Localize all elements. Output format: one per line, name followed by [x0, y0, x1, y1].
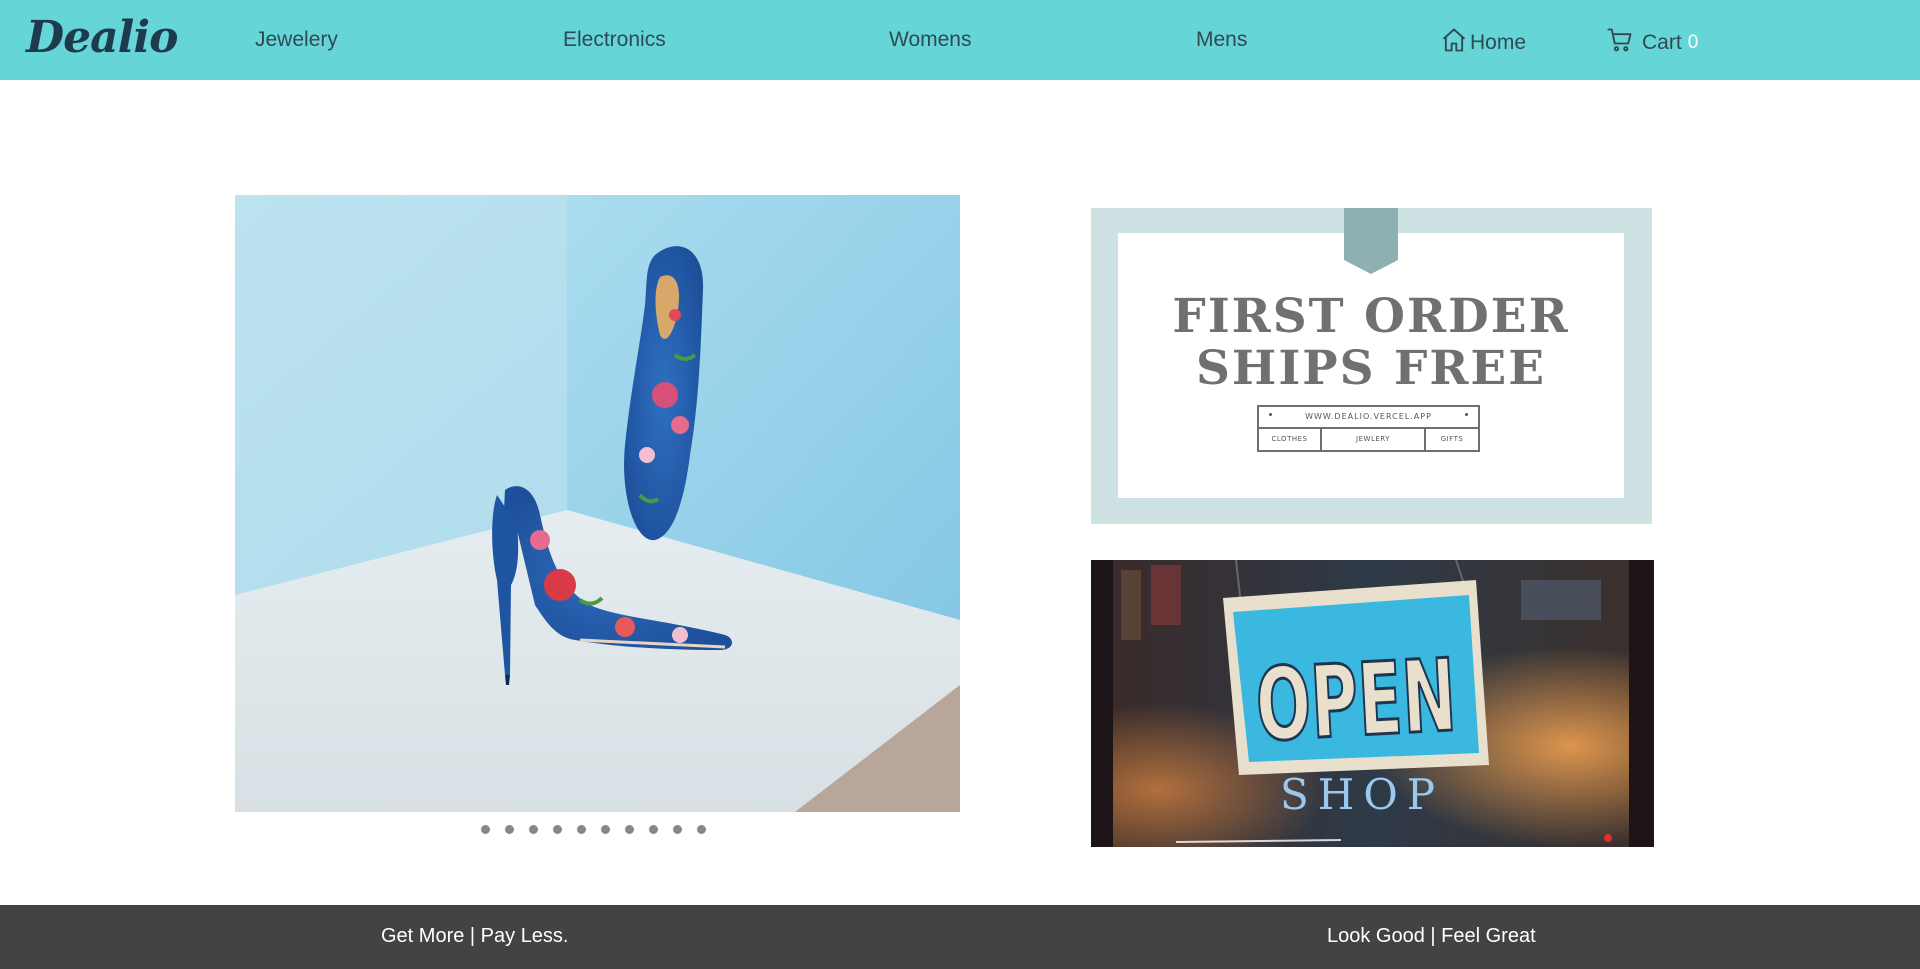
home-icon: [1440, 26, 1468, 60]
home-link[interactable]: Home: [1440, 26, 1526, 60]
cart-label: Cart: [1642, 31, 1682, 54]
bullet-icon: [1465, 413, 1468, 416]
promo-headline-line1: FIRST ORDER: [1172, 289, 1570, 344]
footer-tagline-right: Look Good | Feel Great: [1327, 925, 1536, 947]
navbar: Dealio Jewelery Electronics Womens Mens …: [0, 0, 1920, 80]
promo-inner-card: FIRST ORDER SHIPS FREE WWW.DEALIO.VERCEL…: [1118, 208, 1624, 498]
nav-link-womens[interactable]: Womens: [889, 28, 971, 52]
cart-count-badge: 0: [1687, 32, 1699, 53]
bookmark-ribbon-icon: [1344, 208, 1398, 274]
carousel-indicators: [481, 825, 706, 834]
promo-url-text: WWW.DEALIO.VERCEL.APP: [1305, 412, 1432, 421]
floral-heels-photo: [235, 195, 960, 812]
carousel-dot[interactable]: [697, 825, 706, 834]
free-shipping-promo[interactable]: FIRST ORDER SHIPS FREE WWW.DEALIO.VERCEL…: [1091, 208, 1652, 524]
promo-headline-line2: SHIPS FREE: [1195, 341, 1547, 396]
promo-info-box: WWW.DEALIO.VERCEL.APP CLOTHES JEWLERY GI…: [1257, 405, 1480, 452]
carousel-dot[interactable]: [673, 825, 682, 834]
carousel-dot[interactable]: [577, 825, 586, 834]
nav-link-electronics[interactable]: Electronics: [563, 28, 666, 52]
footer-tagline-left: Get More | Pay Less.: [381, 925, 569, 947]
carousel-dot[interactable]: [601, 825, 610, 834]
carousel-dot[interactable]: [649, 825, 658, 834]
promo-category-clothes: CLOTHES: [1259, 429, 1322, 450]
carousel-dot[interactable]: [481, 825, 490, 834]
carousel-dot[interactable]: [505, 825, 514, 834]
promo-category-jewlery: JEWLERY: [1322, 429, 1426, 450]
shop-text: SHOP: [1279, 770, 1445, 819]
footer: Get More | Pay Less. Look Good | Feel Gr…: [0, 905, 1920, 969]
promo-category-gifts: GIFTS: [1440, 435, 1464, 443]
nav-link-mens[interactable]: Mens: [1196, 28, 1247, 52]
carousel-slide-image[interactable]: [235, 195, 960, 812]
brand-logo[interactable]: Dealio: [26, 12, 178, 63]
carousel-dot[interactable]: [553, 825, 562, 834]
promo-url: WWW.DEALIO.VERCEL.APP: [1259, 407, 1478, 429]
cart-link[interactable]: Cart 0: [1606, 26, 1698, 60]
home-label: Home: [1470, 31, 1527, 54]
cart-icon: [1606, 26, 1634, 60]
open-sign-text: OPEN: [1253, 637, 1459, 764]
bullet-icon: [1269, 413, 1272, 416]
promo-headline: FIRST ORDER SHIPS FREE: [1118, 291, 1624, 395]
nav-link-jewelery[interactable]: Jewelery: [255, 28, 338, 52]
carousel-dot[interactable]: [625, 825, 634, 834]
carousel-dot[interactable]: [529, 825, 538, 834]
